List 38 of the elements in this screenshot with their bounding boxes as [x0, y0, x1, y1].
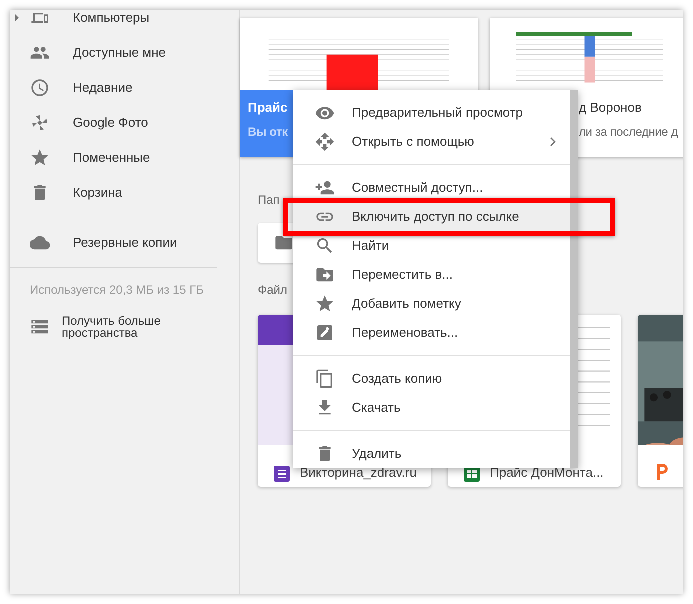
starred-icon — [30, 148, 50, 168]
menu-item[interactable]: Найти — [293, 231, 570, 260]
copy-icon — [315, 369, 335, 389]
menu-item[interactable]: Добавить пометку — [293, 289, 570, 318]
recent-icon — [30, 78, 50, 98]
sidebar-item[interactable]: Доступные мне — [10, 35, 239, 71]
menu-item[interactable]: Переименовать... — [293, 318, 570, 347]
sidebar-item[interactable]: Резервные копии — [10, 225, 239, 261]
photos-icon — [30, 113, 50, 133]
menu-item[interactable]: Переместить в... — [293, 260, 570, 289]
expand-arrow-icon[interactable] — [15, 14, 19, 22]
sidebar-item[interactable]: Недавние — [10, 70, 239, 106]
chevron-right-icon — [550, 136, 556, 146]
form-icon — [274, 466, 290, 482]
scrollbar[interactable] — [570, 90, 578, 468]
file-title: д Воронов — [579, 99, 642, 117]
menu-item[interactable]: Создать копию — [293, 355, 570, 393]
menu-item[interactable]: Скачать — [293, 393, 570, 422]
file-subtitle: Вы отк — [248, 124, 288, 140]
menu-item[interactable]: Совместный доступ... — [293, 164, 570, 202]
search-icon — [315, 236, 335, 256]
storage-usage: Используется 20,3 МБ из 15 ГБ — [29, 282, 205, 299]
star-icon — [315, 294, 335, 314]
menu-item[interactable]: Удалить — [293, 430, 570, 468]
file-card[interactable] — [638, 315, 683, 487]
sidebar-item[interactable]: Помеченные — [10, 140, 239, 176]
presentation-icon — [654, 462, 670, 482]
file-title: Прайс — [248, 99, 288, 117]
rename-icon — [315, 322, 335, 342]
sidebar-item[interactable]: Google Фото — [10, 105, 239, 141]
sidebar-item[interactable]: Компьютеры — [10, 10, 239, 36]
upgrade-storage-link[interactable]: Получить больше пространства — [10, 315, 239, 339]
file-subtitle: ли за последние д — [579, 124, 678, 140]
open-with-icon — [315, 132, 335, 152]
section-heading: Пап — [258, 192, 280, 209]
menu-item[interactable]: Включить доступ по ссылке — [293, 202, 570, 231]
sidebar-item[interactable]: Корзина — [10, 175, 239, 211]
section-heading: Файл — [258, 282, 288, 299]
